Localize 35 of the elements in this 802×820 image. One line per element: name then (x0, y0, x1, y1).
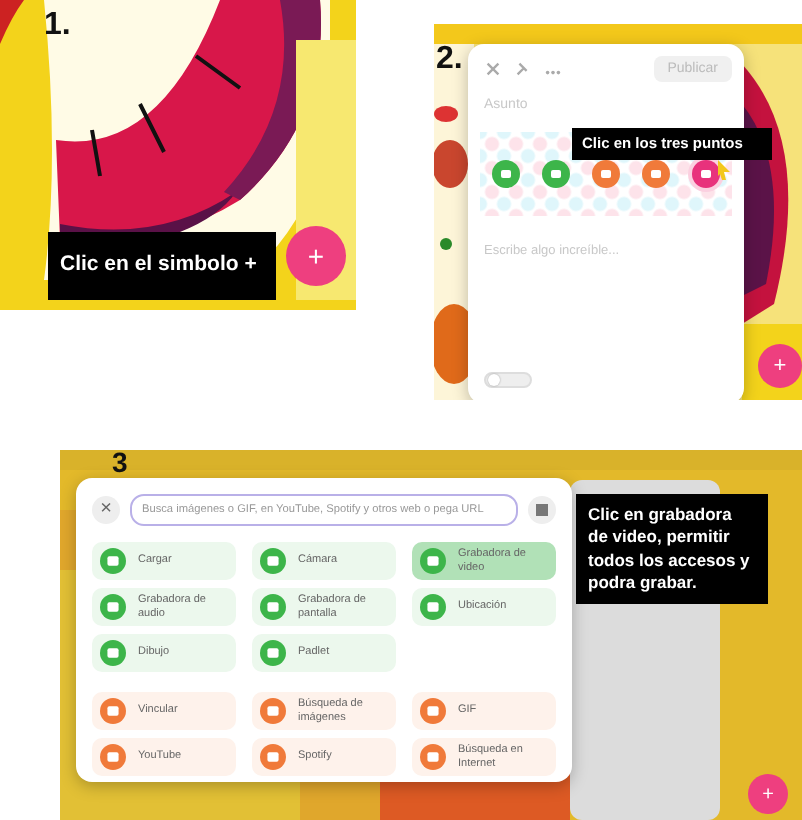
attachment-button[interactable] (491, 160, 520, 188)
option-icon (420, 698, 446, 724)
attachment-button[interactable] (692, 160, 721, 188)
attachment-button[interactable] (591, 160, 620, 188)
step-number: 1. (44, 8, 71, 44)
option-icon (260, 594, 286, 620)
option-icon (260, 698, 286, 724)
toggle-switch[interactable] (484, 372, 532, 388)
instruction-caption: Clic en el simbolo + (48, 232, 276, 300)
grid-icon[interactable] (528, 496, 556, 524)
media-icon (650, 168, 663, 180)
option-icon (420, 594, 446, 620)
step-number: 3 (112, 450, 128, 476)
option-icon (260, 744, 286, 770)
attachment-button[interactable] (541, 160, 570, 188)
option-icon (260, 548, 286, 574)
pin-icon[interactable] (514, 60, 532, 78)
close-icon[interactable] (484, 60, 502, 78)
option-icon (260, 640, 286, 666)
option-icon (420, 744, 446, 770)
step-number: 2. (436, 44, 463, 76)
cursor-icon (716, 160, 732, 180)
option-icon (420, 548, 446, 574)
media-icon (599, 168, 612, 180)
option-icon (100, 548, 126, 574)
media-icon (700, 168, 713, 180)
attachment-button[interactable] (642, 160, 671, 188)
option-icon (100, 640, 126, 666)
media-icon (549, 168, 562, 180)
media-icon (499, 168, 512, 180)
instruction-caption: Clic en grabadora de video, permitir todos los accesos y podra grabar. (576, 494, 768, 604)
close-button[interactable]: × (92, 496, 120, 524)
option-icon (100, 744, 126, 770)
option-icon (100, 594, 126, 620)
option-icon (100, 698, 126, 724)
